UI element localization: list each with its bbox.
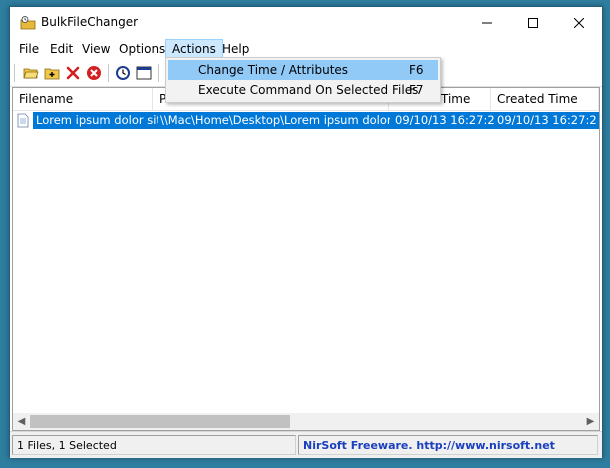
properties-button[interactable] xyxy=(135,64,153,82)
cell-filename: Lorem ipsum dolor sit... xyxy=(36,113,158,127)
menu-edit[interactable]: Edit xyxy=(44,40,79,58)
remove-all-icon xyxy=(87,66,101,80)
open-folder-icon xyxy=(23,68,39,79)
add-folder-icon xyxy=(44,68,60,80)
status-selection: 1 Files, 1 Selected xyxy=(12,435,296,455)
menu-item-change-time[interactable]: Change Time / Attributes F6 xyxy=(168,60,438,80)
cell-created-time: 09/10/13 16:27:20 xyxy=(497,113,597,127)
table-row[interactable]: Lorem ipsum dolor sit... \\Mac\Home\Desk… xyxy=(13,112,599,129)
toolbar-grip xyxy=(14,64,15,82)
menu-help[interactable]: Help xyxy=(216,40,255,58)
close-icon xyxy=(574,18,584,28)
delete-x-icon xyxy=(66,66,80,80)
change-time-button[interactable] xyxy=(114,64,132,82)
maximize-button[interactable] xyxy=(510,7,556,39)
column-filename[interactable]: Filename xyxy=(13,88,153,110)
delete-button[interactable] xyxy=(64,64,82,82)
cell-modified-time: 09/10/13 16:27:20 xyxy=(395,113,495,127)
file-icon xyxy=(17,113,29,128)
menu-item-shortcut: F7 xyxy=(409,83,424,97)
clock-icon xyxy=(116,66,130,80)
scroll-left-arrow[interactable]: ◀ xyxy=(13,413,30,430)
menu-file[interactable]: File xyxy=(13,40,45,58)
actions-menu: Change Time / Attributes F6 Execute Comm… xyxy=(165,57,441,103)
window-icon xyxy=(136,66,152,80)
minimize-icon xyxy=(482,22,492,24)
toolbar-separator xyxy=(108,64,109,82)
open-folder-button[interactable] xyxy=(22,64,40,82)
menu-item-label: Execute Command On Selected Files xyxy=(198,83,419,97)
close-button[interactable] xyxy=(556,7,602,39)
column-created-time[interactable]: Created Time xyxy=(491,88,599,110)
scroll-thumb[interactable] xyxy=(30,415,290,428)
title-bar[interactable]: BulkFileChanger xyxy=(10,7,602,39)
menu-item-label: Change Time / Attributes xyxy=(198,63,349,77)
window-title: BulkFileChanger xyxy=(41,15,139,29)
minimize-button[interactable] xyxy=(464,7,510,39)
nirsoft-link[interactable]: NirSoft Freeware. http://www.nirsoft.net xyxy=(298,435,598,455)
menu-options[interactable]: Options xyxy=(113,40,171,58)
file-list[interactable]: Filename P Time Created Time Lorem ipsum… xyxy=(12,87,600,431)
remove-all-button[interactable] xyxy=(85,64,103,82)
menu-bar: File Edit View Options Actions Help xyxy=(10,39,602,59)
add-folder-button[interactable] xyxy=(43,64,61,82)
menu-actions[interactable]: Actions xyxy=(165,39,223,59)
maximize-icon xyxy=(528,18,538,28)
menu-item-shortcut: F6 xyxy=(409,63,424,77)
cell-path: \\Mac\Home\Desktop\Lorem ipsum dolor ... xyxy=(160,113,390,127)
horizontal-scrollbar[interactable]: ◀ ▶ xyxy=(13,413,599,430)
scroll-right-arrow[interactable]: ▶ xyxy=(582,413,599,430)
menu-view[interactable]: View xyxy=(76,40,116,58)
menu-item-execute-command[interactable]: Execute Command On Selected Files F7 xyxy=(168,80,438,100)
toolbar-separator-2 xyxy=(158,64,159,82)
status-bar: 1 Files, 1 Selected NirSoft Freeware. ht… xyxy=(10,431,602,458)
app-icon xyxy=(20,16,36,30)
